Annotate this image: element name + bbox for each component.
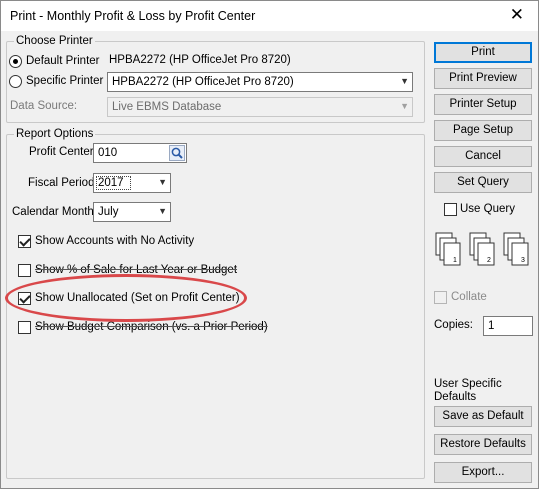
- print-button[interactable]: Print: [434, 42, 532, 63]
- restore-defaults-button[interactable]: Restore Defaults: [434, 434, 532, 455]
- show-percent-sale-checkbox[interactable]: [18, 264, 31, 277]
- lookup-button[interactable]: [169, 145, 185, 161]
- fiscal-period-label: Fiscal Period:: [28, 177, 98, 189]
- profit-center-value: 010: [98, 147, 118, 159]
- chevron-down-icon: ▼: [400, 76, 409, 86]
- search-icon: [171, 147, 183, 159]
- show-accounts-no-activity-label: Show Accounts with No Activity: [35, 235, 195, 247]
- print-dialog: Print - Monthly Profit & Loss by Profit …: [0, 0, 539, 489]
- copies-label: Copies:: [434, 319, 473, 331]
- page-setup-button[interactable]: Page Setup: [434, 120, 532, 141]
- copies-input[interactable]: 1: [483, 316, 533, 336]
- window-title: Print - Monthly Profit & Loss by Profit …: [10, 9, 256, 23]
- specific-printer-select[interactable]: HPBA2272 (HP OfficeJet Pro 8720) ▼: [107, 72, 413, 92]
- close-icon[interactable]: ✕: [510, 5, 524, 25]
- copies-value: 1: [488, 320, 495, 332]
- user-defaults-heading-line1: User Specific: [434, 378, 502, 390]
- calendar-month-value: July: [98, 206, 119, 218]
- profit-center-input[interactable]: 010: [93, 143, 187, 163]
- collate-page-number: 2: [487, 257, 491, 264]
- chevron-down-icon: ▼: [158, 177, 167, 187]
- fiscal-period-select[interactable]: 2017 ▼: [93, 173, 171, 193]
- show-budget-comparison-label: Show Budget Comparison (vs. a Prior Peri…: [35, 321, 268, 333]
- profit-center-label: Profit Center:: [29, 146, 97, 158]
- default-printer-value: HPBA2272 (HP OfficeJet Pro 8720): [109, 54, 291, 66]
- title-bar: Print - Monthly Profit & Loss by Profit …: [1, 1, 538, 31]
- collate-page-number: 1: [453, 257, 457, 264]
- data-source-label: Data Source:: [10, 100, 78, 112]
- specific-printer-label: Specific Printer: [26, 75, 104, 87]
- specific-printer-radio[interactable]: [9, 75, 22, 88]
- data-source-select-value: Live EBMS Database: [112, 101, 222, 113]
- save-as-default-button[interactable]: Save as Default: [434, 406, 532, 427]
- user-defaults-heading-line2: Defaults: [434, 391, 477, 403]
- calendar-month-select[interactable]: July ▼: [93, 202, 171, 222]
- export-button[interactable]: Export...: [434, 462, 532, 483]
- print-preview-button[interactable]: Print Preview: [434, 68, 532, 89]
- collate-pages-icon: 1 2 3: [435, 232, 529, 266]
- show-budget-comparison-checkbox[interactable]: [18, 321, 31, 334]
- chevron-down-icon: ▼: [400, 101, 409, 111]
- show-accounts-no-activity-checkbox[interactable]: [18, 235, 31, 248]
- default-printer-radio[interactable]: [9, 55, 22, 68]
- fiscal-period-value: 2017: [96, 176, 131, 190]
- chevron-down-icon: ▼: [158, 206, 167, 216]
- set-query-button[interactable]: Set Query: [434, 172, 532, 193]
- choose-printer-legend: Choose Printer: [14, 34, 95, 48]
- collate-page-number: 3: [521, 257, 525, 264]
- default-printer-label: Default Printer: [26, 55, 100, 67]
- use-query-checkbox[interactable]: [444, 203, 457, 216]
- report-options-legend: Report Options: [14, 127, 96, 141]
- printer-setup-button[interactable]: Printer Setup: [434, 94, 532, 115]
- specific-printer-select-value: HPBA2272 (HP OfficeJet Pro 8720): [112, 76, 294, 88]
- highlight-annotation: [5, 274, 247, 322]
- data-source-select: Live EBMS Database ▼: [107, 97, 413, 117]
- collate-label: Collate: [451, 291, 487, 303]
- collate-checkbox: [434, 291, 447, 304]
- use-query-label: Use Query: [460, 203, 515, 215]
- cancel-button[interactable]: Cancel: [434, 146, 532, 167]
- calendar-month-label: Calendar Month:: [12, 206, 98, 218]
